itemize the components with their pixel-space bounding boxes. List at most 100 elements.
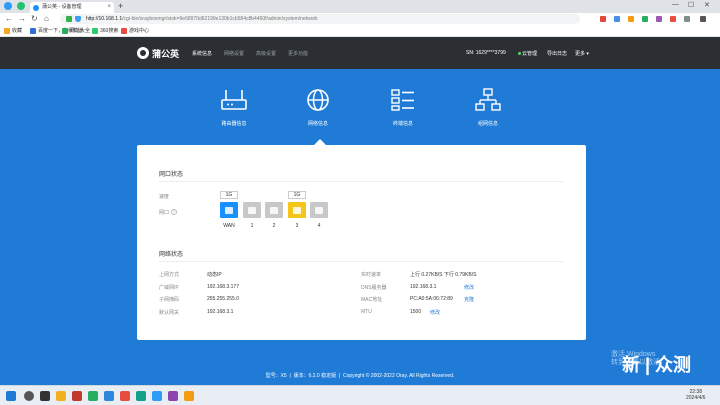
search-icon[interactable] [24, 391, 34, 401]
network-topology-icon [475, 88, 501, 111]
nav-more-features[interactable]: 更多功能 [288, 50, 308, 57]
edit-mtu-link[interactable]: 修改 [430, 309, 440, 316]
port-name: WAN [223, 223, 235, 229]
extension-icon[interactable] [656, 16, 662, 22]
extension-icon[interactable] [600, 16, 606, 22]
nav-network-settings[interactable]: 网络设置 [224, 50, 244, 57]
url-path: /cgi-bin/orayboxmgr/stok=9e68970d62199e1… [122, 16, 318, 22]
device-list-icon [391, 89, 414, 111]
category-label: 组网信息 [477, 121, 498, 127]
field-label: MTU [361, 309, 372, 315]
bookmark-item[interactable]: 收藏 [4, 25, 22, 37]
divider [159, 261, 564, 262]
router-icon [221, 90, 247, 110]
app-icon[interactable] [168, 391, 178, 401]
port-lan-2[interactable] [265, 202, 283, 218]
forward-button[interactable]: → [18, 14, 26, 23]
window-close-button[interactable]: ✕ [704, 1, 710, 9]
app-icon[interactable] [72, 391, 82, 401]
extension-icon[interactable] [628, 16, 634, 22]
footer-model: 型号：X5 [265, 373, 287, 379]
system-clock[interactable]: 22:38 2024/4/6 [686, 389, 705, 401]
port-label: 网口 [159, 210, 170, 216]
bookmark-item[interactable]: 游戏中心 [121, 25, 149, 37]
field-label: MAC地址 [361, 297, 383, 303]
browser-logo-icon[interactable] [4, 2, 12, 10]
bookmarks-bar: 收藏 百度一下，你就知道 网址大全 360搜索 游戏中心 [0, 25, 720, 37]
port-speed-badge: 1G [220, 191, 238, 199]
home-button[interactable]: ⌂ [44, 14, 49, 23]
port-name: 2 [272, 223, 276, 229]
tab-favicon-icon [33, 5, 39, 11]
port-wan[interactable] [220, 202, 238, 218]
app-icon[interactable] [184, 391, 194, 401]
cloud-status[interactable]: 云管理 [518, 50, 537, 57]
bookmark-item[interactable]: 360搜索 [92, 25, 118, 37]
port-name: 1 [250, 223, 254, 229]
category-label: 终端信息 [392, 121, 413, 127]
category-network-info[interactable]: 网络信息 [288, 88, 348, 127]
app-icon[interactable] [88, 391, 98, 401]
port-lan-4[interactable] [310, 202, 328, 218]
tab-close-icon[interactable]: × [107, 2, 111, 13]
app-icon[interactable] [120, 391, 130, 401]
security-lock-icon [66, 16, 72, 22]
window-maximize-button[interactable]: ☐ [688, 1, 694, 9]
export-log-link[interactable]: 导出日志 [547, 50, 567, 57]
extension-icon[interactable] [642, 16, 648, 22]
reload-button[interactable]: ↻ [31, 14, 38, 23]
field-value: 上行 0.27KB/S 下行 0.79KB/S [410, 272, 477, 278]
field-value: 动态IP [207, 272, 222, 278]
url-input[interactable]: http://10.168.1.1/cgi-bin/orayboxmgr/sto… [60, 14, 580, 24]
network-info-card: 网口状态 速度 网口 ? 1G 1G WAN 1 2 3 4 网络状态 上网方式… [137, 145, 586, 340]
window-minimize-button[interactable]: — [672, 1, 679, 8]
shield-icon [75, 16, 81, 22]
extension-icon[interactable] [670, 16, 676, 22]
start-icon[interactable] [6, 391, 16, 401]
app-icon[interactable] [136, 391, 146, 401]
port-speed-badge: 1G [288, 191, 306, 199]
edit-dns-link[interactable]: 修改 [464, 284, 474, 291]
category-label: 路由器信息 [221, 121, 247, 127]
category-networking-info[interactable]: 组网信息 [458, 88, 518, 127]
browser-tab[interactable]: 蒲公英 - 设备管理 × [30, 2, 114, 13]
field-label: 上网方式 [159, 272, 180, 278]
footer-version: 版本：6.2.0 稳定版 [293, 373, 337, 379]
url-host: http://10.168.1.1 [86, 16, 123, 22]
category-router-info[interactable]: 路由器信息 [204, 88, 264, 127]
new-tab-button[interactable]: + [118, 1, 123, 11]
app-icon[interactable] [104, 391, 114, 401]
star-icon [4, 28, 10, 34]
downloads-icon[interactable] [684, 16, 690, 22]
task-view-icon[interactable] [40, 391, 50, 401]
browser-ext-icon[interactable] [17, 2, 25, 10]
category-label: 网络信息 [307, 121, 328, 127]
port-status-title: 网口状态 [159, 172, 184, 178]
baidu-icon [30, 28, 36, 34]
globe-icon [307, 89, 329, 111]
game-icon [121, 28, 127, 34]
clone-mac-link[interactable]: 克隆 [464, 296, 474, 303]
app-header: 蒲公英 系统信息 网络设置 高级设置 更多功能 SN: 1629****3799… [0, 37, 720, 69]
port-lan-3[interactable] [288, 202, 306, 218]
help-icon[interactable]: ? [171, 209, 177, 215]
nav-advanced-settings[interactable]: 高级设置 [256, 50, 276, 57]
field-label: 实时速率 [361, 272, 382, 278]
menu-icon[interactable] [700, 16, 706, 22]
category-terminal-info[interactable]: 终端信息 [373, 88, 433, 127]
field-value: 192.168.3.177 [207, 284, 239, 290]
back-button[interactable]: ← [5, 14, 13, 23]
field-label: 默认网关 [159, 310, 180, 316]
bookmark-item[interactable]: 网址大全 [62, 25, 90, 37]
field-value: PC:A0:5A:06:72:89 [410, 296, 453, 302]
port-name: 3 [295, 223, 299, 229]
file-explorer-icon[interactable] [56, 391, 66, 401]
address-bar-row: ← → ↻ ⌂ http://10.168.1.1/cgi-bin/oraybo… [0, 13, 720, 25]
extension-icon[interactable] [614, 16, 620, 22]
serial-number: SN: 1629****3799 [466, 50, 506, 56]
nav-system-info[interactable]: 系统信息 [192, 50, 212, 57]
footer-copyright: Copyright © 2002-2022 Oray. All Rights R… [342, 373, 455, 379]
port-lan-1[interactable] [243, 202, 261, 218]
browser-taskbar-icon[interactable] [152, 391, 162, 401]
more-menu[interactable]: 更多 ▾ [575, 50, 589, 57]
